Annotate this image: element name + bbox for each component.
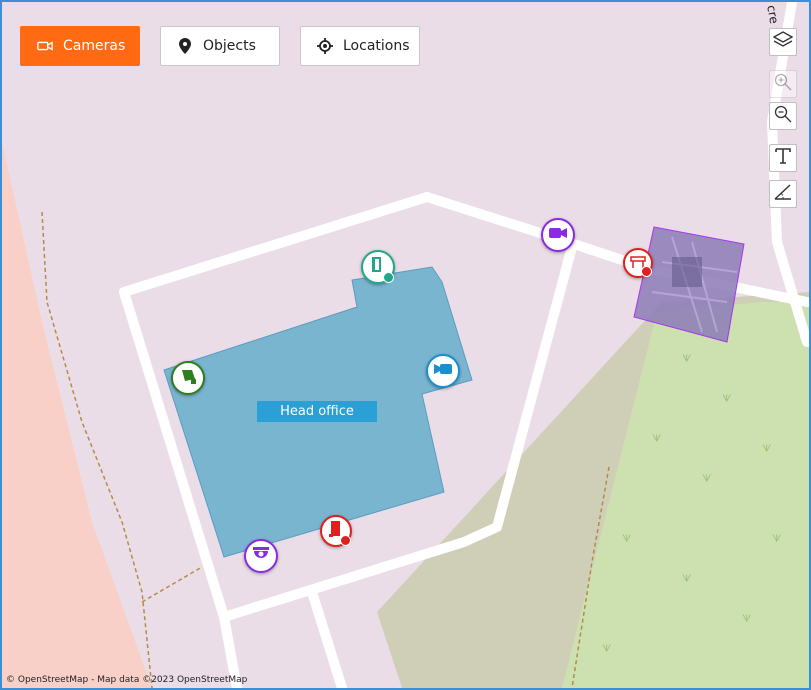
layers-button[interactable]: [769, 28, 797, 56]
zoom-in-icon: [774, 73, 792, 95]
zoom-out-icon: [774, 105, 792, 127]
door-sensor-marker[interactable]: [361, 250, 395, 284]
video-camera-icon: [433, 361, 453, 381]
svg-text:ᗐ: ᗐ: [702, 474, 711, 485]
svg-text:ᗐ: ᗐ: [652, 434, 661, 445]
map-pin-icon: [177, 38, 193, 54]
svg-text:ᗐ: ᗐ: [762, 444, 771, 455]
zoom-out-button[interactable]: [769, 102, 797, 130]
map-canvas[interactable]: ᗐ ᗐ ᗐ ᗐ ᗐ ᗐ ᗐ ᗐ ᗐ ᗐ: [2, 2, 809, 688]
svg-text:ᗐ: ᗐ: [602, 644, 611, 655]
barrier-marker[interactable]: [623, 248, 653, 278]
layers-icon: [772, 31, 794, 53]
locations-tab-label: Locations: [343, 38, 410, 54]
svg-text:ᗐ: ᗐ: [742, 614, 751, 625]
svg-text:ᗐ: ᗐ: [682, 574, 691, 585]
objects-tab[interactable]: Objects: [160, 26, 280, 66]
map-attribution: © OpenStreetMap - Map data ©2023 OpenStr…: [6, 675, 248, 685]
cameras-tab[interactable]: Cameras: [20, 26, 140, 66]
camera-marker-green[interactable]: [171, 361, 205, 395]
svg-text:ᗐ: ᗐ: [772, 534, 781, 545]
door-alarm-marker[interactable]: [320, 515, 352, 547]
head-office-label[interactable]: Head office: [257, 401, 377, 422]
crosshair-icon: [317, 38, 333, 54]
text-icon: [774, 147, 792, 169]
svg-text:ᗐ: ᗐ: [622, 534, 631, 545]
locations-tab[interactable]: Locations: [300, 26, 420, 66]
angle-tool-button[interactable]: [769, 180, 797, 208]
svg-text:ᗐ: ᗐ: [682, 354, 691, 365]
camera-marker-purple[interactable]: [541, 218, 575, 252]
dome-camera-marker[interactable]: [244, 539, 278, 573]
cameras-tab-label: Cameras: [63, 38, 126, 54]
ptz-camera-icon: [178, 367, 198, 389]
map-frame: ᗐᗐ ᗐᗐ ᗐᗐ ᗐᗐ ᗐᗐ cre s Cameras Objects Loc…: [0, 0, 811, 690]
status-dot: [641, 266, 652, 277]
video-camera-icon: [548, 225, 568, 245]
camera-marker-blue[interactable]: [426, 354, 460, 388]
svg-text:ᗐ: ᗐ: [722, 394, 731, 405]
text-tool-button[interactable]: [769, 144, 797, 172]
zoom-in-button[interactable]: [769, 70, 797, 98]
camera-icon: [37, 38, 53, 54]
objects-tab-label: Objects: [203, 38, 256, 54]
angle-icon: [773, 183, 793, 205]
status-dot: [340, 535, 351, 546]
status-dot: [383, 272, 394, 283]
dome-camera-icon: [251, 545, 271, 567]
